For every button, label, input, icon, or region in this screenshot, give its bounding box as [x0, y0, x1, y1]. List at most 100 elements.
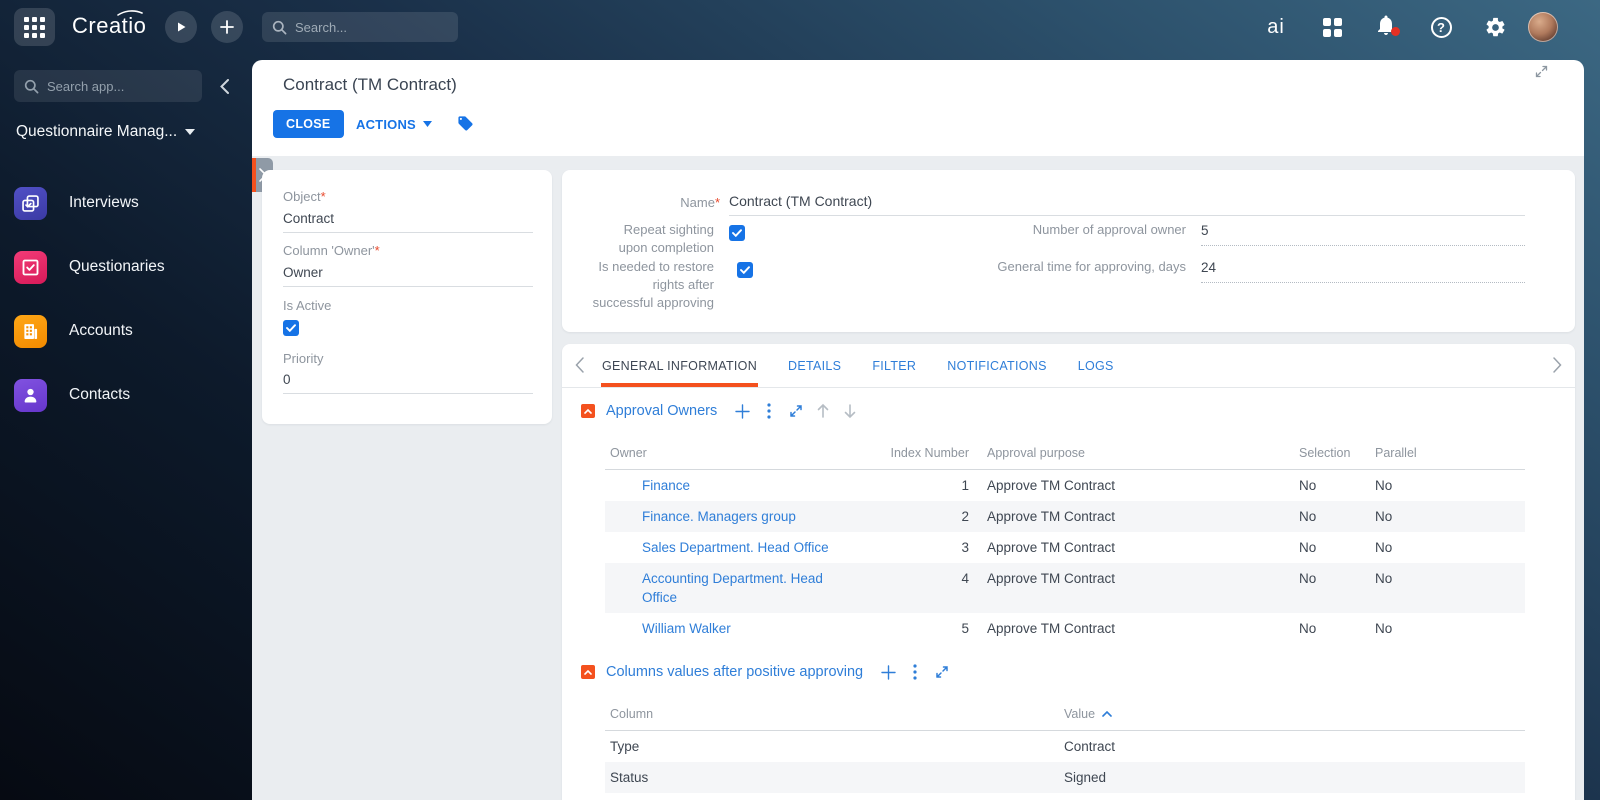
close-button[interactable]: CLOSE	[273, 110, 344, 138]
owner-link[interactable]: Sales Department. Head Office	[642, 538, 829, 557]
table-body: Finance 1 Approve TM Contract No No Fina…	[605, 470, 1525, 644]
tab-logs[interactable]: LOGS	[1078, 344, 1114, 387]
tag-icon	[458, 116, 473, 131]
owner-link[interactable]: Accounting Department. Head Office	[642, 569, 842, 607]
column-header-index-number[interactable]: Index Number	[890, 446, 969, 460]
interviews-icon	[14, 186, 47, 220]
apps-grid-icon	[24, 16, 45, 38]
table-row[interactable]: Sales Department. Head Office 3 Approve …	[605, 532, 1525, 563]
table-row[interactable]: Finance 1 Approve TM Contract No No	[605, 470, 1525, 501]
ai-assistant-button[interactable]: ai	[1256, 0, 1296, 54]
sidebar-item-interviews[interactable]: Interviews	[14, 186, 244, 220]
approval-owner-count-field[interactable]: 5	[1201, 223, 1525, 246]
gear-icon	[1486, 17, 1504, 36]
column-header-parallel[interactable]: Parallel	[1367, 446, 1525, 460]
expand-page-button[interactable]	[1535, 65, 1548, 83]
section-title[interactable]: Approval Owners	[606, 403, 717, 419]
help-button[interactable]: ?	[1424, 0, 1458, 54]
expand-section-button[interactable]	[934, 664, 950, 680]
accounts-icon	[14, 314, 47, 348]
tabs-scroll-right-button[interactable]	[1553, 357, 1562, 378]
tab-details[interactable]: DETAILS	[788, 344, 841, 387]
purpose-cell: Approve TM Contract	[987, 540, 1116, 555]
column-owner-label: Column 'Owner'*	[283, 243, 380, 258]
expand-diagonal-icon	[790, 405, 802, 417]
collapse-section-button[interactable]	[581, 404, 595, 418]
apps-menu-button[interactable]	[14, 8, 55, 46]
tab-notifications[interactable]: NOTIFICATIONS	[947, 344, 1047, 387]
run-process-button[interactable]	[165, 11, 197, 43]
column-header-approval-purpose[interactable]: Approval purpose	[969, 446, 1291, 460]
notification-badge	[1391, 26, 1400, 36]
section-title[interactable]: Columns values after positive approving	[606, 664, 863, 680]
user-profile-button[interactable]	[1524, 0, 1562, 54]
owner-link[interactable]: William Walker	[642, 619, 731, 638]
marketplace-button[interactable]	[1316, 0, 1348, 54]
table-row[interactable]: Accounting Department. Head Office 4 App…	[605, 563, 1525, 613]
tags-button[interactable]	[457, 115, 474, 137]
add-row-button[interactable]	[880, 664, 896, 680]
workspace-selector[interactable]: Questionnaire Manag...	[16, 123, 236, 141]
sidebar-item-label: Contacts	[69, 386, 131, 403]
sidebar-item-accounts[interactable]: Accounts	[14, 314, 244, 348]
purpose-cell: Approve TM Contract	[987, 621, 1116, 636]
name-field[interactable]: Contract (TM Contract)	[729, 193, 1525, 216]
index-cell: 5	[961, 621, 969, 636]
column-header-column[interactable]: Column	[605, 707, 1064, 721]
four-squares-icon	[1322, 17, 1342, 37]
creatio-logo[interactable]: Creatio	[72, 10, 146, 39]
name-label: Name*	[680, 195, 720, 210]
main-form-card: Name* Contract (TM Contract) Repeat sigh…	[562, 170, 1575, 332]
section-menu-button[interactable]	[761, 403, 777, 419]
section-menu-button[interactable]	[907, 664, 923, 680]
table-row[interactable]: Status Signed	[605, 762, 1525, 793]
column-owner-field[interactable]: Owner	[283, 265, 533, 287]
tabs-scroll-left-button[interactable]	[575, 357, 584, 378]
kebab-icon	[913, 664, 917, 680]
move-row-down-button[interactable]	[842, 403, 858, 419]
priority-field[interactable]: 0	[283, 372, 533, 394]
tab-bar: GENERAL INFORMATION DETAILS FILTER NOTIF…	[562, 344, 1575, 388]
move-row-up-button[interactable]	[815, 403, 831, 419]
chevron-down-icon	[422, 121, 432, 127]
expand-section-button[interactable]	[788, 403, 804, 419]
approving-time-field[interactable]: 24	[1201, 260, 1525, 283]
app-search-input[interactable]: Search app...	[14, 70, 202, 102]
chevron-down-icon	[185, 129, 196, 135]
sidebar-item-contacts[interactable]: Contacts	[14, 378, 244, 412]
columns-values-table: Column Value Type Contract Status Signed	[605, 702, 1525, 793]
add-row-button[interactable]	[734, 403, 750, 419]
tab-filter[interactable]: FILTER	[872, 344, 916, 387]
ai-icon: ai	[1267, 15, 1285, 38]
sidebar-collapse-button[interactable]	[212, 74, 236, 98]
column-header-value[interactable]: Value	[1064, 707, 1095, 721]
owner-link[interactable]: Finance	[642, 476, 690, 495]
selection-cell: No	[1299, 571, 1317, 586]
priority-label: Priority	[283, 351, 324, 366]
restore-rights-checkbox[interactable]	[737, 262, 753, 278]
sidebar-item-questionaries[interactable]: Questionaries	[14, 250, 244, 284]
actions-button[interactable]: ACTIONS	[356, 110, 432, 138]
settings-button[interactable]	[1478, 0, 1512, 54]
details-card: GENERAL INFORMATION DETAILS FILTER NOTIF…	[562, 344, 1575, 800]
add-new-button[interactable]	[211, 11, 243, 43]
object-label: Object*	[283, 189, 326, 204]
column-header-selection[interactable]: Selection	[1291, 446, 1367, 460]
object-field[interactable]: Contract	[283, 211, 533, 233]
table-row[interactable]: Finance. Managers group 2 Approve TM Con…	[605, 501, 1525, 532]
table-row[interactable]: William Walker 5 Approve TM Contract No …	[605, 613, 1525, 644]
global-search-input[interactable]: Search...	[262, 12, 458, 42]
chevron-up-icon	[584, 669, 592, 675]
tab-general-information[interactable]: GENERAL INFORMATION	[600, 344, 759, 387]
column-header-owner[interactable]: Owner	[605, 446, 890, 460]
record-settings-card: Object* Contract Column 'Owner'* Owner I…	[262, 170, 552, 424]
app-window: Creatio Search... ai ? Search app... Que…	[0, 0, 1600, 800]
notifications-button[interactable]	[1368, 0, 1404, 54]
repeat-sighting-checkbox[interactable]	[729, 225, 745, 241]
owner-link[interactable]: Finance. Managers group	[642, 507, 796, 526]
collapse-section-button[interactable]	[581, 665, 595, 679]
global-search-placeholder: Search...	[295, 19, 348, 35]
table-row[interactable]: Type Contract	[605, 731, 1525, 762]
logo-swoosh-icon	[117, 10, 144, 16]
is-active-checkbox[interactable]	[283, 320, 299, 336]
